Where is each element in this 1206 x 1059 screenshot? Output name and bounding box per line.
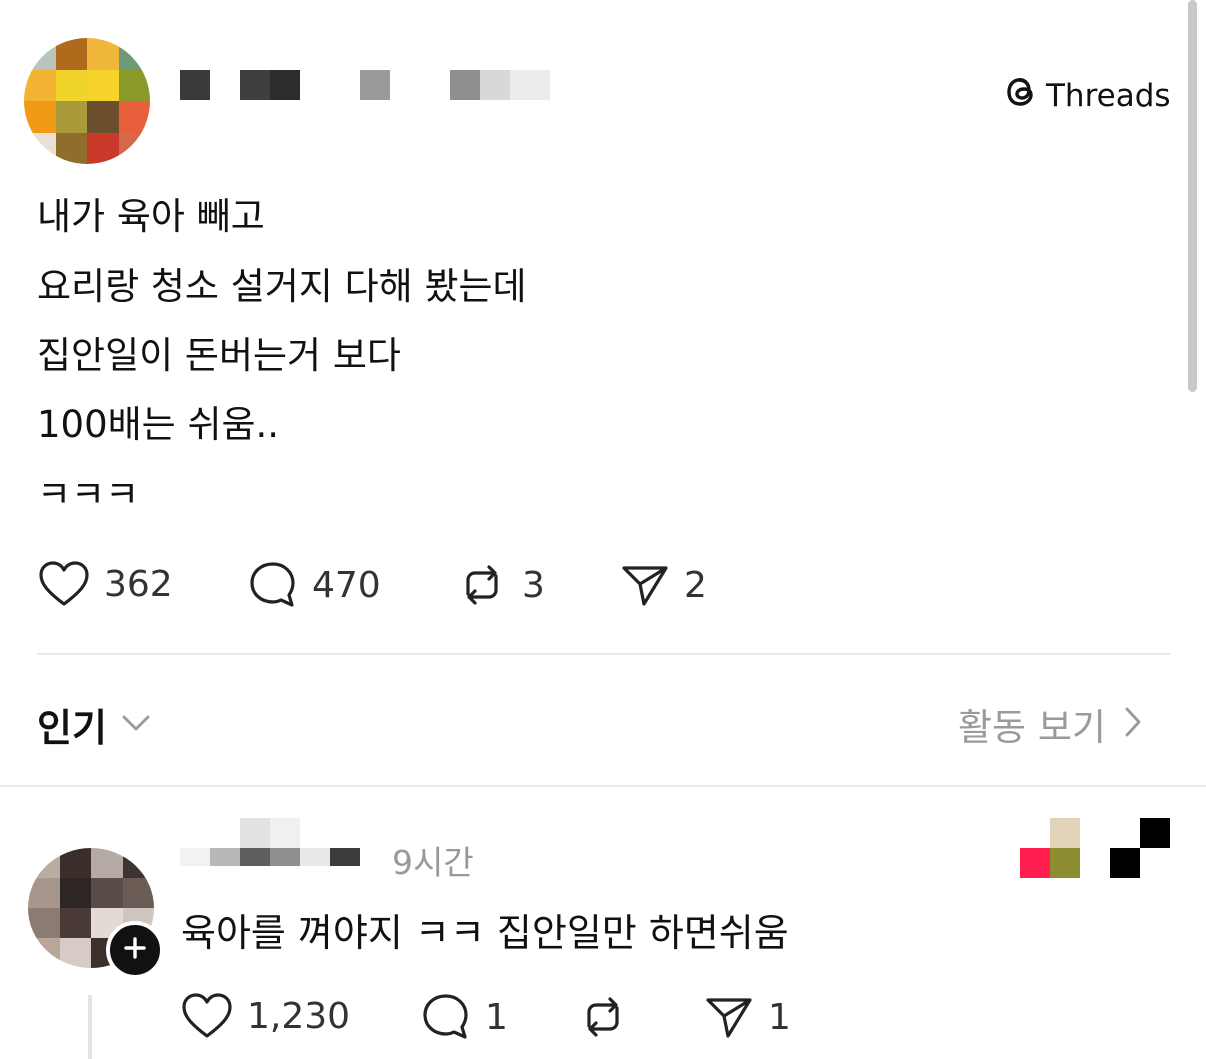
repost-count: 3 <box>522 564 545 606</box>
repost-icon <box>456 560 508 610</box>
like-count: 362 <box>104 563 173 605</box>
heart-icon <box>181 992 233 1040</box>
reply-text: 육아를 껴야지 ㅋㅋ 집안일만 하면쉬움 <box>181 911 789 955</box>
reply-like-button[interactable]: 1,230 <box>181 992 350 1040</box>
heart-icon <box>38 560 90 608</box>
author-avatar[interactable] <box>24 38 150 164</box>
reply-like-count: 1,230 <box>247 995 351 1037</box>
repost-button[interactable]: 3 <box>456 560 545 610</box>
reply-comment-button[interactable]: 1 <box>421 992 508 1042</box>
post-text-line: ㅋㅋㅋ <box>37 473 140 516</box>
thread-line <box>88 995 92 1059</box>
reply-comment-count: 1 <box>485 996 508 1038</box>
reply-username-redacted[interactable] <box>180 818 380 870</box>
share-button[interactable]: 2 <box>620 560 707 610</box>
divider <box>37 653 1170 655</box>
reply-repost-button[interactable] <box>577 992 629 1042</box>
comment-count: 470 <box>312 564 381 606</box>
follow-button[interactable] <box>106 921 164 979</box>
scrollbar[interactable] <box>1188 0 1197 392</box>
comment-bubble-icon <box>248 560 298 610</box>
reply-timestamp: 9시간 <box>392 843 474 882</box>
comment-bubble-icon <box>421 992 471 1042</box>
post-text-line: 집안일이 돈버는거 보다 <box>37 334 401 377</box>
like-button[interactable]: 362 <box>38 560 173 608</box>
view-activity-link[interactable]: 활동 보기 <box>958 697 1142 751</box>
reply-share-count: 1 <box>768 996 791 1038</box>
author-username-redacted[interactable] <box>180 68 560 108</box>
comment-button[interactable]: 470 <box>248 560 381 610</box>
plus-icon <box>123 936 147 964</box>
post-text-line: 100배는 쉬움.. <box>37 403 280 446</box>
share-count: 2 <box>684 564 707 606</box>
chevron-right-icon <box>1124 706 1142 742</box>
sort-label: 인기 <box>37 706 107 750</box>
section-divider <box>0 785 1206 787</box>
threads-brand-label: Threads <box>1046 78 1171 114</box>
reply-media-redacted[interactable] <box>1020 818 1170 880</box>
threads-logo-icon <box>1004 74 1038 118</box>
send-icon <box>620 560 670 610</box>
threads-brand: Threads <box>1004 74 1171 118</box>
post-text-line: 요리랑 청소 설거지 다해 봤는데 <box>37 265 527 308</box>
reply-share-button[interactable]: 1 <box>704 992 791 1042</box>
view-activity-label: 활동 보기 <box>958 706 1106 749</box>
post-text-line: 내가 육아 빼고 <box>37 195 265 238</box>
repost-icon <box>577 992 629 1042</box>
sort-dropdown[interactable]: 인기 <box>37 697 151 752</box>
send-icon <box>704 992 754 1042</box>
chevron-down-icon <box>121 713 151 737</box>
